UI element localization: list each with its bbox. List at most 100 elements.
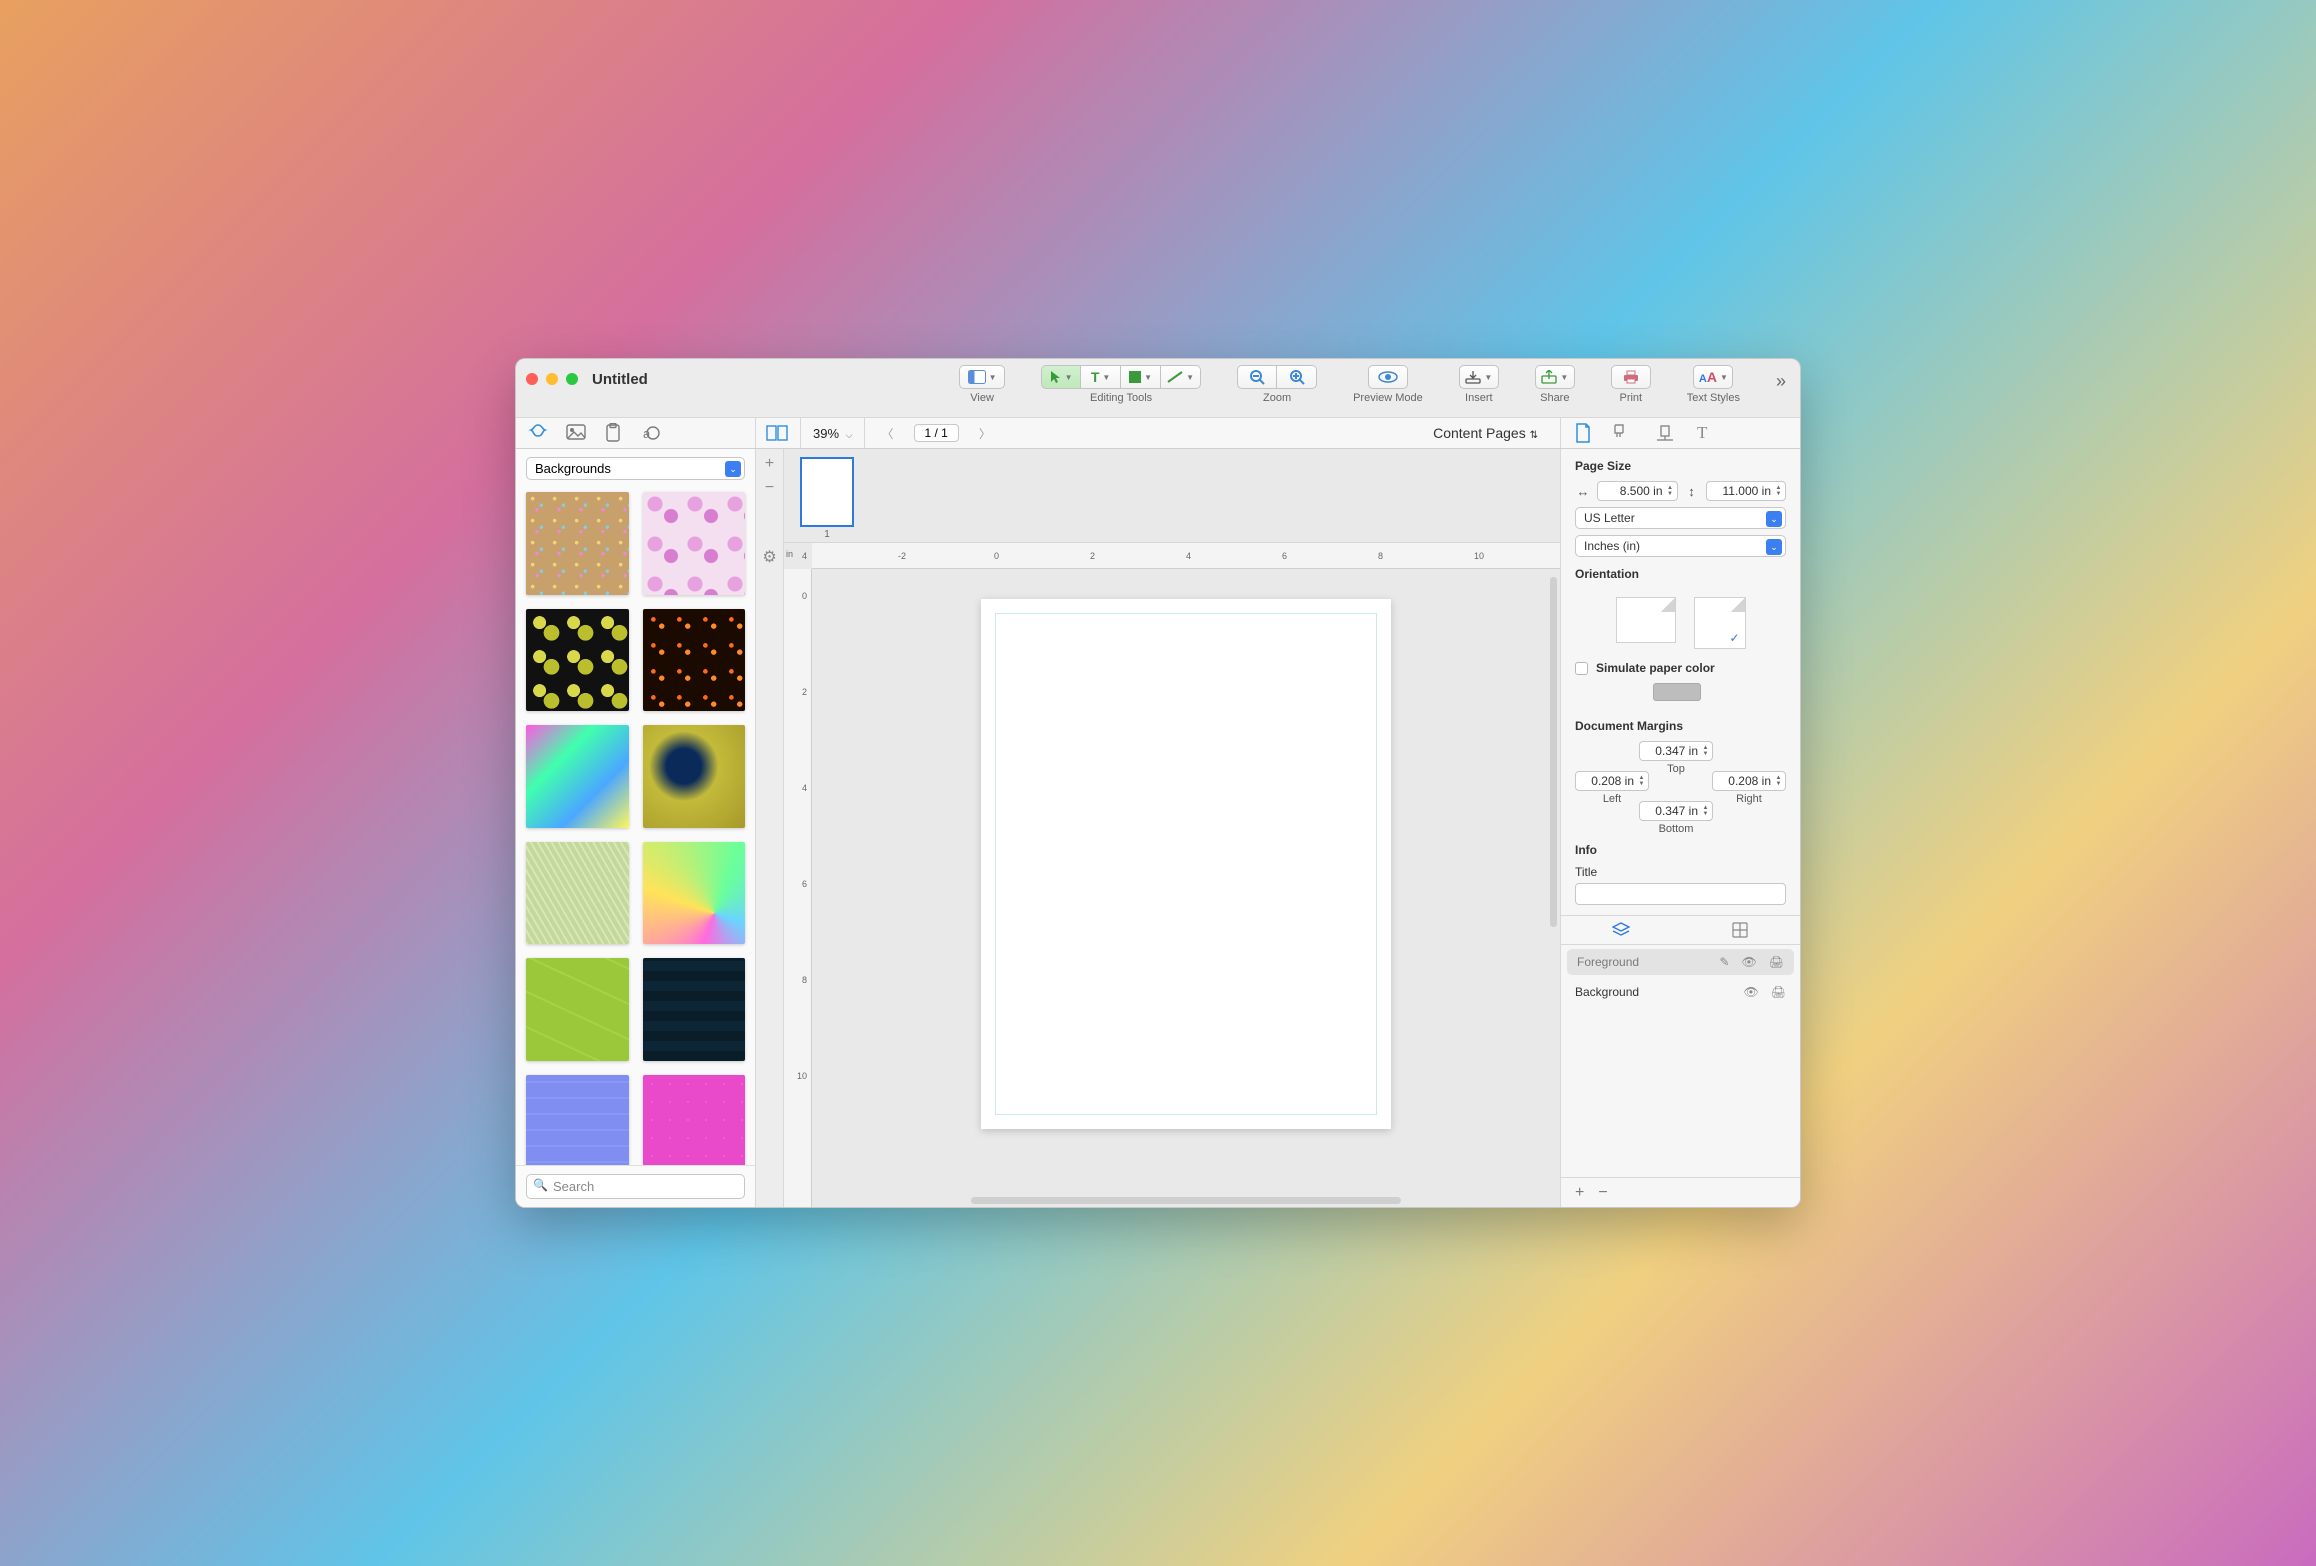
vertical-scrollbar[interactable] (1546, 569, 1560, 1193)
stepper-icon[interactable]: ▲▼ (1665, 483, 1676, 499)
zoom-window-button[interactable] (566, 373, 578, 385)
add-layer-button[interactable]: + (1575, 1184, 1584, 1202)
remove-page-button[interactable]: − (765, 479, 774, 497)
layer-foreground[interactable]: Foreground ✎ 👁 🖨 (1567, 949, 1794, 975)
preview-button[interactable] (1368, 365, 1408, 389)
titlebar: Untitled ▼ View ▼ (516, 359, 1800, 417)
hruler-tick: 6 (1282, 551, 1287, 561)
background-thumbnail-8[interactable] (643, 842, 746, 945)
backgrounds-grid (516, 488, 755, 1165)
background-thumbnail-11[interactable] (526, 1075, 629, 1166)
remove-layer-button[interactable]: − (1598, 1184, 1607, 1202)
print-icon[interactable]: 🖨 (1771, 985, 1786, 999)
page-width-field[interactable]: 8.500 in▲▼ (1597, 481, 1678, 501)
next-page-button[interactable]: 〉 (975, 425, 995, 442)
stepper-icon[interactable]: ▲▼ (1773, 773, 1784, 789)
minimize-window-button[interactable] (546, 373, 558, 385)
eye-icon[interactable]: 👁 (1742, 955, 1757, 969)
ruler-canvas-zone: in 4-2024681012 0246810 (784, 543, 1560, 1207)
background-thumbnail-3[interactable] (526, 609, 629, 712)
library-category-select[interactable]: Backgrounds ⌄ (526, 457, 745, 480)
layers-tab[interactable] (1561, 916, 1681, 944)
stepper-icon[interactable]: ▲▼ (1773, 483, 1784, 499)
two-page-view-button[interactable] (766, 425, 788, 441)
library-search-input[interactable]: Search (526, 1174, 745, 1199)
page-preset-select[interactable]: US Letter⌄ (1575, 507, 1786, 529)
shape-tool-button[interactable]: ▼ (1121, 365, 1161, 389)
zoom-out-button[interactable] (1237, 365, 1277, 389)
content-pages-menu[interactable]: Content Pages ⇅ (1433, 425, 1550, 441)
margin-bottom-field[interactable]: 0.347 in▲▼ (1639, 801, 1713, 821)
background-thumbnail-10[interactable] (643, 958, 746, 1061)
page-settings-button[interactable]: ⚙ (762, 547, 776, 567)
eye-icon[interactable]: 👁 (1744, 985, 1759, 999)
print-button[interactable] (1611, 365, 1651, 389)
orientation-portrait-button[interactable]: ✓ (1694, 597, 1746, 649)
page-height-field[interactable]: 11.000 in▲▼ (1706, 481, 1787, 501)
horizontal-scrollbar[interactable] (812, 1193, 1560, 1207)
page-indicator-field[interactable]: 1 / 1 (914, 424, 959, 442)
units-select[interactable]: Inches (in)⌄ (1575, 535, 1786, 557)
close-window-button[interactable] (526, 373, 538, 385)
stepper-icon[interactable]: ▲▼ (1700, 743, 1711, 759)
canvas-viewport[interactable] (812, 569, 1560, 1207)
horizontal-ruler[interactable]: 4-2024681012 (812, 543, 1560, 569)
page-thumbnail-1[interactable]: 1 (800, 457, 854, 540)
hruler-tick: 4 (802, 551, 807, 561)
pencil-icon[interactable]: ✎ (1719, 955, 1729, 969)
page-1[interactable] (981, 599, 1391, 1129)
add-page-button[interactable]: + (765, 455, 774, 473)
images-library-tab[interactable] (566, 424, 586, 442)
margin-top-field[interactable]: 0.347 in▲▼ (1639, 741, 1713, 761)
editing-tools-group: ▼ T▼ ▼ ▼ Editing Tools (1041, 365, 1201, 404)
zoom-in-button[interactable] (1277, 365, 1317, 389)
print-icon[interactable]: 🖨 (1769, 955, 1784, 969)
background-thumbnail-7[interactable] (526, 842, 629, 945)
metrics-inspector-tab[interactable] (1613, 423, 1633, 443)
document-inspector-tab[interactable] (1575, 423, 1591, 443)
text-inspector-tab[interactable]: T (1697, 423, 1707, 443)
share-button[interactable]: ▼ (1535, 365, 1575, 389)
document-title-field[interactable] (1575, 883, 1786, 905)
background-thumbnail-5[interactable] (526, 725, 629, 828)
orientation-landscape-button[interactable] (1616, 597, 1676, 643)
shapes-library-tab[interactable] (528, 423, 548, 443)
toolbar-overflow-button[interactable]: » (1776, 365, 1786, 392)
hruler-tick: 2 (1090, 551, 1095, 561)
view-toolbar-group: ▼ View (959, 365, 1005, 404)
stepper-icon[interactable]: ▲▼ (1700, 803, 1711, 819)
margin-top-label: Top (1639, 763, 1713, 775)
text-styles-label: Text Styles (1687, 392, 1740, 404)
layers-list: Foreground ✎ 👁 🖨 Background 👁 🖨 (1561, 945, 1800, 1177)
background-thumbnail-4[interactable] (643, 609, 746, 712)
simulate-paper-checkbox[interactable] (1575, 662, 1588, 675)
zoom-level-select[interactable]: 39% ⌵ (813, 426, 852, 441)
text-tool-button[interactable]: T▼ (1081, 365, 1121, 389)
align-inspector-tab[interactable] (1655, 423, 1675, 443)
glyphs-tab[interactable]: a (640, 423, 660, 443)
background-thumbnail-9[interactable] (526, 958, 629, 1061)
background-thumbnail-1[interactable] (526, 492, 629, 595)
text-styles-group: AA▼ Text Styles (1687, 365, 1740, 404)
background-thumbnail-6[interactable] (643, 725, 746, 828)
background-thumbnail-12[interactable] (643, 1075, 746, 1166)
margin-right-field[interactable]: 0.208 in▲▼ (1712, 771, 1786, 791)
background-thumbnail-2[interactable] (643, 492, 746, 595)
text-styles-button[interactable]: AA▼ (1693, 365, 1733, 389)
insert-button[interactable]: ▼ (1459, 365, 1499, 389)
secondary-toolbar: a 39% ⌵ 〈 1 / 1 〉 Content Pages ⇅ T (516, 417, 1800, 449)
zoom-in-icon (1289, 369, 1305, 385)
layer-background[interactable]: Background 👁 🖨 (1561, 979, 1800, 1005)
vertical-ruler[interactable]: 0246810 (784, 569, 812, 1207)
line-tool-button[interactable]: ▼ (1161, 365, 1201, 389)
clipboard-tab[interactable] (604, 423, 622, 443)
prev-page-button[interactable]: 〈 (877, 425, 897, 442)
view-button[interactable]: ▼ (959, 365, 1005, 389)
paper-color-swatch[interactable] (1653, 683, 1701, 701)
stepper-icon[interactable]: ▲▼ (1636, 773, 1647, 789)
layer-background-label: Background (1575, 985, 1639, 999)
title-label: Title (1575, 865, 1786, 879)
grid-tab[interactable] (1681, 916, 1801, 944)
margin-left-field[interactable]: 0.208 in▲▼ (1575, 771, 1649, 791)
select-tool-button[interactable]: ▼ (1041, 365, 1081, 389)
